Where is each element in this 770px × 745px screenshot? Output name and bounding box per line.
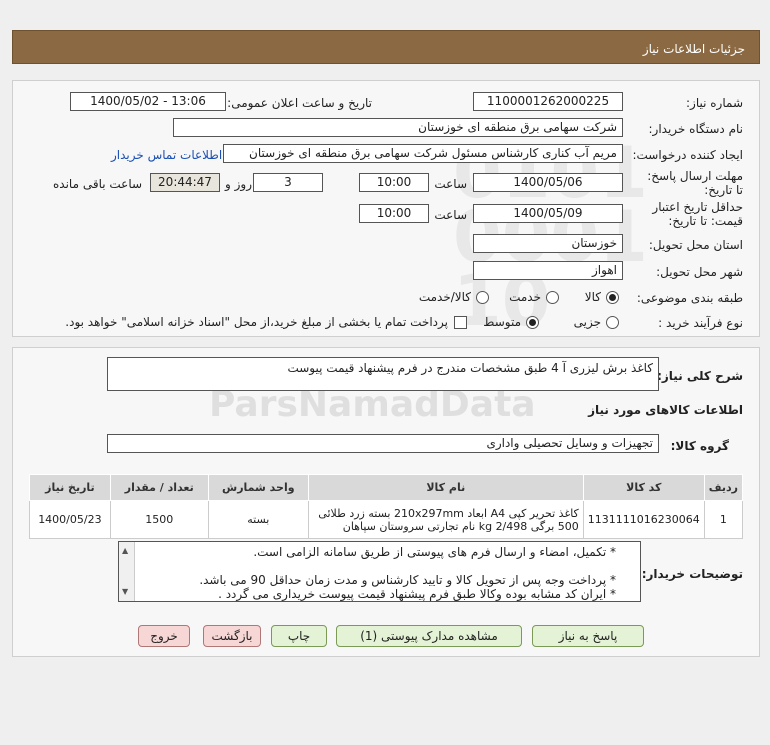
cell-name: کاغذ تحریر کپی A4 ابعاد 210x297mm بسته ز… xyxy=(307,500,584,539)
buyer-notes-label: توضیحات خریدار: xyxy=(641,567,743,581)
category-radio-goods[interactable] xyxy=(606,291,619,304)
reply-button[interactable]: پاسخ به نیاز xyxy=(532,625,644,647)
summary-label: شرح کلی نیاز: xyxy=(657,369,743,383)
col-qty: تعداد / مقدار xyxy=(109,474,209,501)
category-label: طبقه بندی موضوعی: xyxy=(636,291,743,305)
category-option-both: کالا/خدمت xyxy=(418,290,471,304)
scroll-down-icon[interactable]: ▼ xyxy=(122,585,128,599)
contact-buyer-link[interactable]: اطلاعات تماس خریدار xyxy=(111,148,222,162)
back-button[interactable]: بازگشت xyxy=(203,625,261,647)
note-line-4: * ایران کد مشابه بوده وکالا طبق فرم پیشن… xyxy=(218,587,616,601)
goods-info-title: اطلاعات کالاهای مورد نیاز xyxy=(588,403,743,417)
exit-button[interactable]: خروج xyxy=(138,625,190,647)
validity-time-label: ساعت xyxy=(434,208,467,222)
category-radio-both[interactable] xyxy=(476,291,489,304)
creator-field: مریم آب کناری کارشناس مسئول شرکت سهامی ب… xyxy=(223,144,623,163)
goods-group-field: تجهیزات و وسایل تحصیلی واداری xyxy=(107,434,659,453)
goods-table-header: ردیف کد کالا نام کالا واحد شمارش تعداد /… xyxy=(29,474,744,501)
deadline-date-field: 1400/05/06 xyxy=(473,173,623,192)
page-title: جزئیات اطلاعات نیاز xyxy=(642,42,745,56)
announce-field: 1400/05/02 - 13:06 xyxy=(70,92,226,111)
print-button[interactable]: چاپ xyxy=(271,625,327,647)
city-label: شهر محل تحویل: xyxy=(656,265,743,279)
table-row: 1 1131111016230064 کاغذ تحریر کپی A4 ابع… xyxy=(29,500,744,539)
cell-qty: 1500 xyxy=(109,500,209,539)
category-radio-service[interactable] xyxy=(546,291,559,304)
city-field: اهواز xyxy=(473,261,623,280)
view-attachments-button[interactable]: مشاهده مدارک پیوستی (1) xyxy=(336,625,522,647)
col-date: تاریخ نیاز xyxy=(29,474,111,501)
days-label: روز و xyxy=(225,177,252,191)
remaining-time-field: 20:44:47 xyxy=(150,173,220,192)
buyer-org-field: شرکت سهامی برق منطقه ای خوزستان xyxy=(173,118,623,137)
validity-time-field: 10:00 xyxy=(359,204,429,223)
summary-field: کاغذ برش لیزری آ 4 طبق مشخصات مندرج در ف… xyxy=(107,357,659,391)
buyer-org-label: نام دستگاه خریدار: xyxy=(648,122,744,136)
cell-unit: بسته xyxy=(207,500,309,539)
need-details-panel: ParsNamadData ۰۲۱-۸۸۳۴۹۶۷۰ شرح کلی نیاز:… xyxy=(12,347,760,657)
col-code: کد کالا xyxy=(582,474,705,501)
col-name: نام کالا xyxy=(307,474,584,501)
scroll-up-icon[interactable]: ▲ xyxy=(122,544,128,558)
note-line-1: * تکمیل، امضاء و ارسال فرم های پیوستی از… xyxy=(253,545,616,559)
deadline-time-label: ساعت xyxy=(434,177,467,191)
deadline-time-field: 10:00 xyxy=(359,173,429,192)
category-option-goods: کالا xyxy=(584,290,601,304)
note-line-2 xyxy=(125,559,616,573)
process-label: نوع فرآیند خرید : xyxy=(658,316,743,330)
page-header: جزئیات اطلاعات نیاز xyxy=(12,30,760,64)
goods-table: ردیف کد کالا نام کالا واحد شمارش تعداد /… xyxy=(29,474,744,539)
cell-index: 1 xyxy=(703,500,744,539)
buyer-notes-box[interactable]: ▲ ▼ * تکمیل، امضاء و ارسال فرم های پیوست… xyxy=(118,541,641,602)
treasury-payment-note: پرداخت تمام یا بخشی از مبلغ خرید،از محل … xyxy=(65,315,448,329)
process-option-medium: متوسط xyxy=(483,315,521,329)
cell-code: 1131111016230064 xyxy=(582,500,705,539)
process-radio-minor[interactable] xyxy=(606,316,619,329)
category-option-service: خدمت xyxy=(509,290,541,304)
treasury-payment-checkbox[interactable] xyxy=(454,316,467,329)
province-label: استان محل تحویل: xyxy=(648,238,743,252)
validity-date-field: 1400/05/09 xyxy=(473,204,623,223)
process-radio-medium[interactable] xyxy=(526,316,539,329)
notes-scrollbar[interactable]: ▲ ▼ xyxy=(119,542,135,601)
days-field: 3 xyxy=(253,173,323,192)
remaining-label: ساعت باقی مانده xyxy=(53,177,143,191)
col-unit: واحد شمارش xyxy=(207,474,309,501)
process-option-minor: جزیی xyxy=(573,315,601,329)
province-field: خوزستان xyxy=(473,234,623,253)
validity-label: حداقل تاریخ اعتبار قیمت: تا تاریخ: xyxy=(652,200,743,228)
cell-date: 1400/05/23 xyxy=(29,500,111,539)
col-index: ردیف xyxy=(703,474,744,501)
creator-label: ایجاد کننده درخواست: xyxy=(632,148,743,162)
goods-group-label: گروه کالا: xyxy=(670,439,729,453)
deadline-label: مهلت ارسال پاسخ: تا تاریخ: xyxy=(647,169,743,197)
note-line-3: * پرداخت وجه پس از تحویل کالا و تایید کا… xyxy=(199,573,616,587)
announce-label: تاریخ و ساعت اعلان عمومی: xyxy=(227,96,372,110)
need-number-field: 1100001262000225 xyxy=(473,92,623,111)
need-info-panel: 0101000110 شماره نیاز: 1100001262000225 … xyxy=(12,80,760,337)
need-number-label: شماره نیاز: xyxy=(686,96,743,110)
